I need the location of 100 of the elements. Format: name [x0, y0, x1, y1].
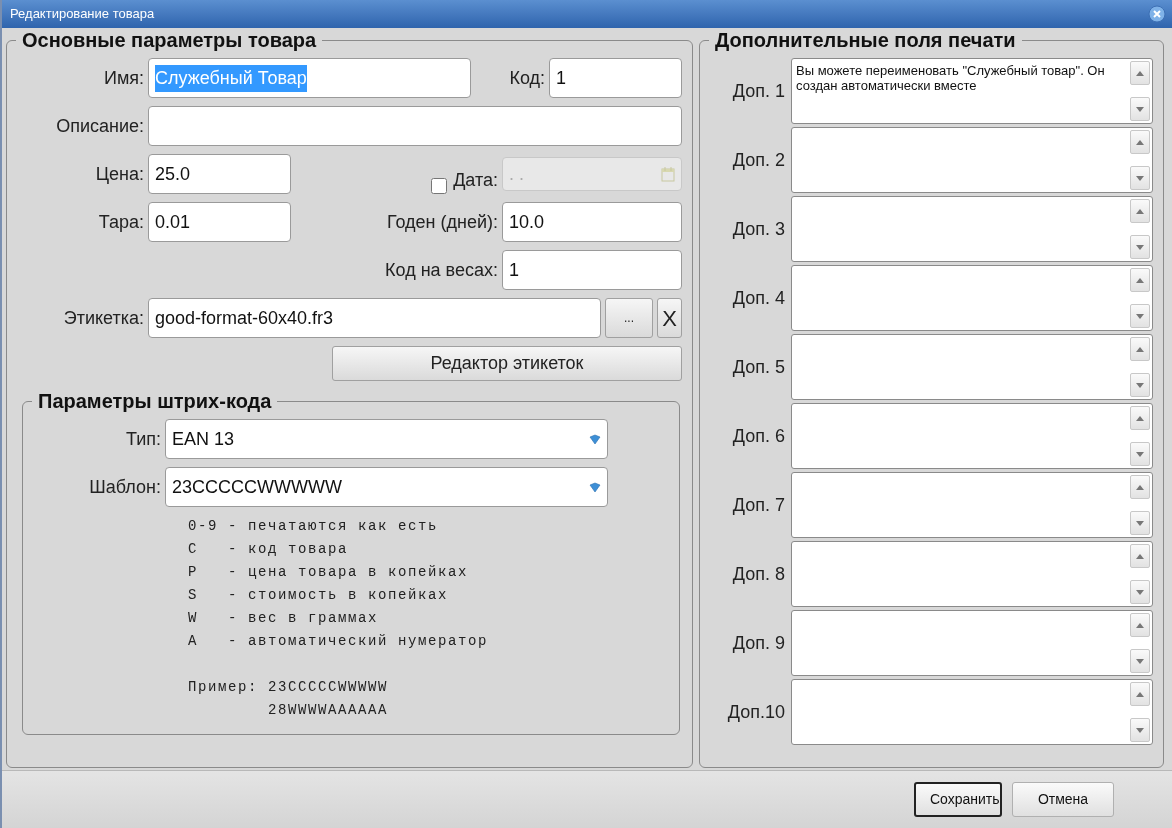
up-arrow-icon [1136, 415, 1144, 421]
scroll-down-button[interactable] [1130, 580, 1150, 604]
field-label: Доп. 2 [731, 148, 785, 172]
memo-field[interactable] [791, 541, 1153, 607]
scroll-up-button[interactable] [1130, 130, 1150, 154]
up-arrow-icon [1136, 208, 1144, 214]
field-label: Имя: [102, 66, 144, 90]
field-label: Дата: [453, 169, 498, 192]
group-title: Параметры штрих-кода [37, 389, 273, 413]
memo-field[interactable] [791, 265, 1153, 331]
memo-field[interactable] [791, 196, 1153, 262]
clear-button[interactable]: X [657, 298, 682, 338]
scroll-up-button[interactable] [1130, 61, 1150, 85]
down-arrow-icon [1136, 451, 1144, 457]
memo-field[interactable] [791, 334, 1153, 400]
field-label: Доп. 8 [731, 562, 785, 586]
scroll-down-button[interactable] [1130, 166, 1150, 190]
help-text: 0-9 - печатаются как есть [188, 517, 439, 536]
up-arrow-icon [1136, 622, 1144, 628]
up-arrow-icon [1136, 553, 1144, 559]
field-label: Доп. 5 [731, 355, 785, 379]
field-label: Доп. 4 [731, 286, 785, 310]
scroll-down-button[interactable] [1130, 649, 1150, 673]
scroll-up-button[interactable] [1130, 475, 1150, 499]
memo-field[interactable] [791, 403, 1153, 469]
close-button[interactable] [1148, 5, 1166, 23]
dialog-button[interactable]: Отмена [1012, 782, 1114, 817]
down-arrow-icon [1136, 313, 1144, 319]
help-text: S - стоимость в копейках [188, 586, 449, 605]
scroll-down-button[interactable] [1130, 442, 1150, 466]
scroll-down-button[interactable] [1130, 373, 1150, 397]
browse-button[interactable]: ... [605, 298, 653, 338]
calendar-icon [661, 166, 675, 182]
memo-field[interactable] [791, 679, 1153, 745]
scroll-down-button[interactable] [1130, 511, 1150, 535]
field-label: Тара: [97, 210, 144, 234]
scroll-down-button[interactable] [1130, 97, 1150, 121]
up-arrow-icon [1136, 691, 1144, 697]
scroll-up-button[interactable] [1130, 337, 1150, 361]
type-dropdown[interactable]: EAN 13 [165, 419, 608, 459]
tare-field[interactable]: 0.01 [148, 202, 291, 242]
scroll-up-button[interactable] [1130, 544, 1150, 568]
memo-field[interactable] [791, 610, 1153, 676]
field-label: Код: [508, 66, 545, 90]
scroll-up-button[interactable] [1130, 613, 1150, 637]
down-arrow-icon [1136, 244, 1144, 250]
dialog-button[interactable]: Сохранить [914, 782, 1002, 817]
down-arrow-icon [1136, 727, 1144, 733]
up-arrow-icon [1136, 484, 1144, 490]
up-arrow-icon [1136, 139, 1144, 145]
description-field[interactable] [148, 106, 682, 146]
scroll-up-button[interactable] [1130, 406, 1150, 430]
field-label: Шаблон: [88, 475, 161, 499]
field-label: Годен (дней): [385, 210, 498, 234]
help-text: C - код товара [188, 540, 349, 559]
down-arrow-icon [1136, 658, 1144, 664]
group-title: Дополнительные поля печати [714, 28, 1017, 52]
help-text: W - вес в граммах [188, 609, 379, 628]
field-label: Доп. 9 [731, 631, 785, 655]
template-dropdown[interactable]: 23CCCCCWWWWW [165, 467, 608, 507]
example-label: Пример: [188, 678, 258, 697]
down-arrow-icon [1136, 106, 1144, 112]
field-label: Доп. 6 [731, 424, 785, 448]
scroll-down-button[interactable] [1130, 235, 1150, 259]
field-label: Код на весах: [384, 258, 498, 282]
group-title: Основные параметры товара [21, 28, 318, 52]
scale-code-field[interactable]: 1 [502, 250, 682, 290]
dropdown-icon [589, 481, 601, 493]
up-arrow-icon [1136, 70, 1144, 76]
field-label: Доп.10 [726, 700, 785, 724]
scroll-down-button[interactable] [1130, 718, 1150, 742]
field-label: Этикетка: [62, 306, 144, 330]
field-label: Доп. 3 [731, 217, 785, 241]
help-text: A - автоматический нумератор [188, 632, 489, 651]
scroll-up-button[interactable] [1130, 268, 1150, 292]
memo-field[interactable] [791, 472, 1153, 538]
scroll-up-button[interactable] [1130, 682, 1150, 706]
down-arrow-icon [1136, 520, 1144, 526]
scroll-down-button[interactable] [1130, 304, 1150, 328]
window-title: Редактирование товара [10, 5, 155, 24]
field-label: Тип: [125, 427, 161, 451]
code-field[interactable]: 1 [549, 58, 682, 98]
memo-field[interactable]: Вы можете переименовать "Служебный товар". Он создан автоматически вместе [791, 58, 1153, 124]
example-text: 28WWWWAAAAAA [268, 701, 389, 720]
up-arrow-icon [1136, 346, 1144, 352]
down-arrow-icon [1136, 175, 1144, 181]
field-label: Доп. 7 [731, 493, 785, 517]
shelf-life-field[interactable]: 10.0 [502, 202, 682, 242]
label-file-field[interactable]: good-format-60x40.fr3 [148, 298, 601, 338]
help-text: P - цена товара в копейках [188, 563, 469, 582]
down-arrow-icon [1136, 382, 1144, 388]
field-label: Описание: [55, 114, 144, 138]
label-editor-button[interactable]: Редактор этикеток [332, 346, 682, 381]
price-field[interactable]: 25.0 [148, 154, 291, 194]
field-label: Цена: [94, 162, 144, 186]
dropdown-icon [589, 433, 601, 445]
down-arrow-icon [1136, 589, 1144, 595]
example-text: 23CCCCCWWWWW [268, 678, 389, 697]
scroll-up-button[interactable] [1130, 199, 1150, 223]
memo-field[interactable] [791, 127, 1153, 193]
